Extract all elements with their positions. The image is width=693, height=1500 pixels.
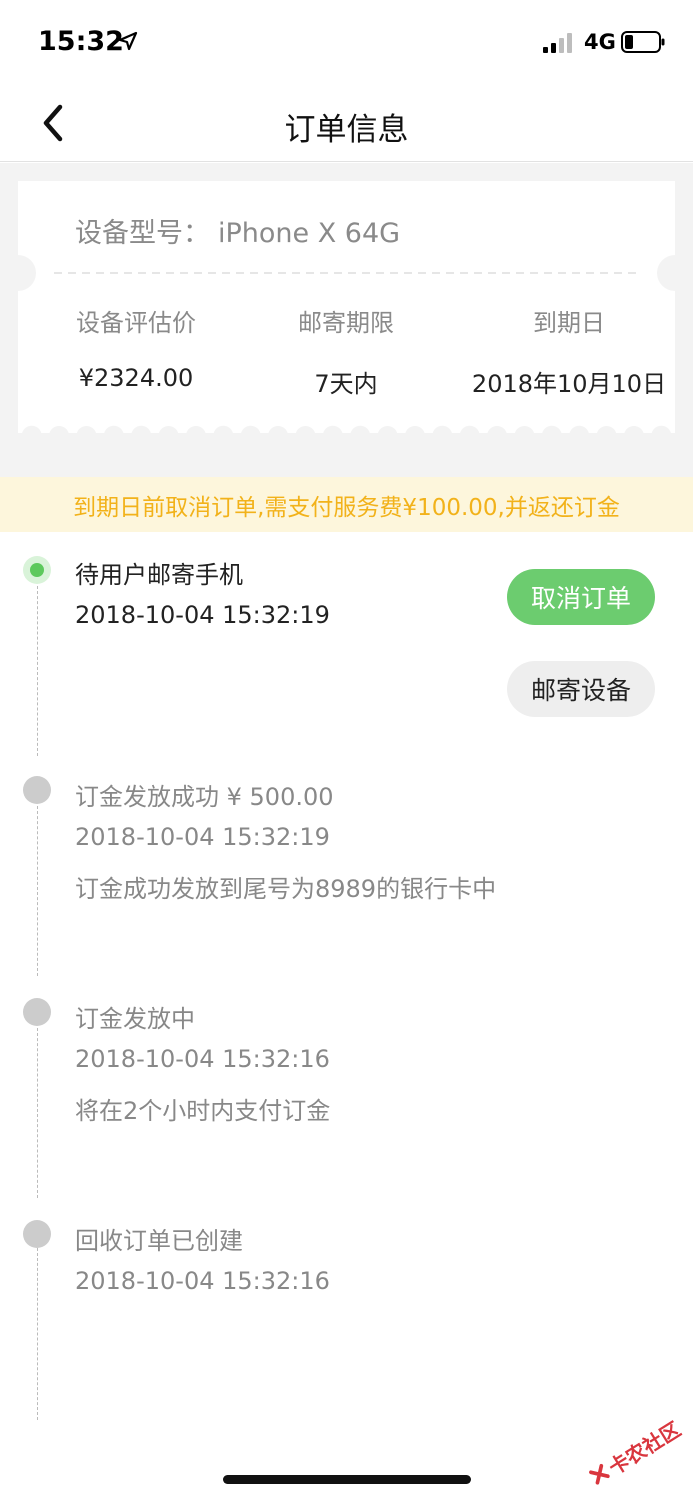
network-type: 4G <box>584 30 616 54</box>
cancel-order-button[interactable]: 取消订单 <box>507 569 655 625</box>
device-ticket-card: 设备型号： iPhone X 64G 设备评估价 ¥2324.00 邮寄期限 7天… <box>18 181 675 443</box>
timeline-connector <box>37 806 38 976</box>
timeline-connector <box>37 586 38 756</box>
due-date-column: 到期日 2018年10月10日 <box>459 303 679 399</box>
shipping-deadline-label: 邮寄期限 <box>298 309 394 337</box>
order-timeline: 待用户邮寄手机 2018-10-04 15:32:19 取消订单 邮寄设备 订金… <box>0 532 693 1432</box>
due-date-label: 到期日 <box>533 309 605 337</box>
ship-device-button[interactable]: 邮寄设备 <box>507 661 655 717</box>
appraisal-price-label: 设备评估价 <box>76 309 196 337</box>
due-date-value: 2018年10月10日 <box>471 370 667 398</box>
status-dot <box>23 1220 51 1248</box>
appraisal-price-column: 设备评估价 ¥2324.00 <box>26 303 246 392</box>
location-arrow-icon <box>118 31 138 51</box>
event-time: 2018-10-04 15:32:16 <box>75 1045 330 1073</box>
event-time: 2018-10-04 15:32:19 <box>75 601 330 629</box>
event-time: 2018-10-04 15:32:19 <box>75 823 330 851</box>
page-title: 订单信息 <box>284 112 409 148</box>
shipping-deadline-value: 7天内 <box>314 370 378 398</box>
notice-banner: 到期日前取消订单,需支付服务费¥100.00,并返还订金 <box>0 477 693 532</box>
event-title: 回收订单已创建 <box>75 1227 243 1255</box>
device-model: 设备型号： iPhone X 64G <box>75 211 400 250</box>
timeline-connector <box>37 1028 38 1198</box>
event-description: 将在2个小时内支付订金 <box>75 1097 331 1125</box>
event-time: 2018-10-04 15:32:16 <box>75 1267 330 1295</box>
status-bar: 15:32 4G <box>0 0 693 84</box>
cellular-signal-icon <box>543 33 572 53</box>
status-dot-active <box>23 556 51 584</box>
shipping-deadline-column: 邮寄期限 7天内 <box>236 303 456 399</box>
battery-icon <box>621 31 665 53</box>
notice-text: 到期日前取消订单,需支付服务费¥100.00,并返还订金 <box>73 494 620 521</box>
status-dot <box>23 776 51 804</box>
home-indicator[interactable] <box>223 1475 471 1484</box>
event-title: 订金发放中 <box>75 1005 195 1033</box>
appraisal-price-value: ¥2324.00 <box>78 364 194 392</box>
device-model-label: 设备型号： <box>75 218 210 249</box>
event-title: 订金发放成功 ¥ 500.00 <box>75 783 334 811</box>
nav-bar: 订单信息 <box>0 84 693 162</box>
event-title: 待用户邮寄手机 <box>75 561 243 589</box>
timeline-connector <box>37 1248 38 1420</box>
device-model-value: iPhone X 64G <box>218 218 401 249</box>
status-dot <box>23 998 51 1026</box>
event-description: 订金成功发放到尾号为8989的银行卡中 <box>75 875 497 903</box>
status-time: 15:32 <box>38 26 124 57</box>
